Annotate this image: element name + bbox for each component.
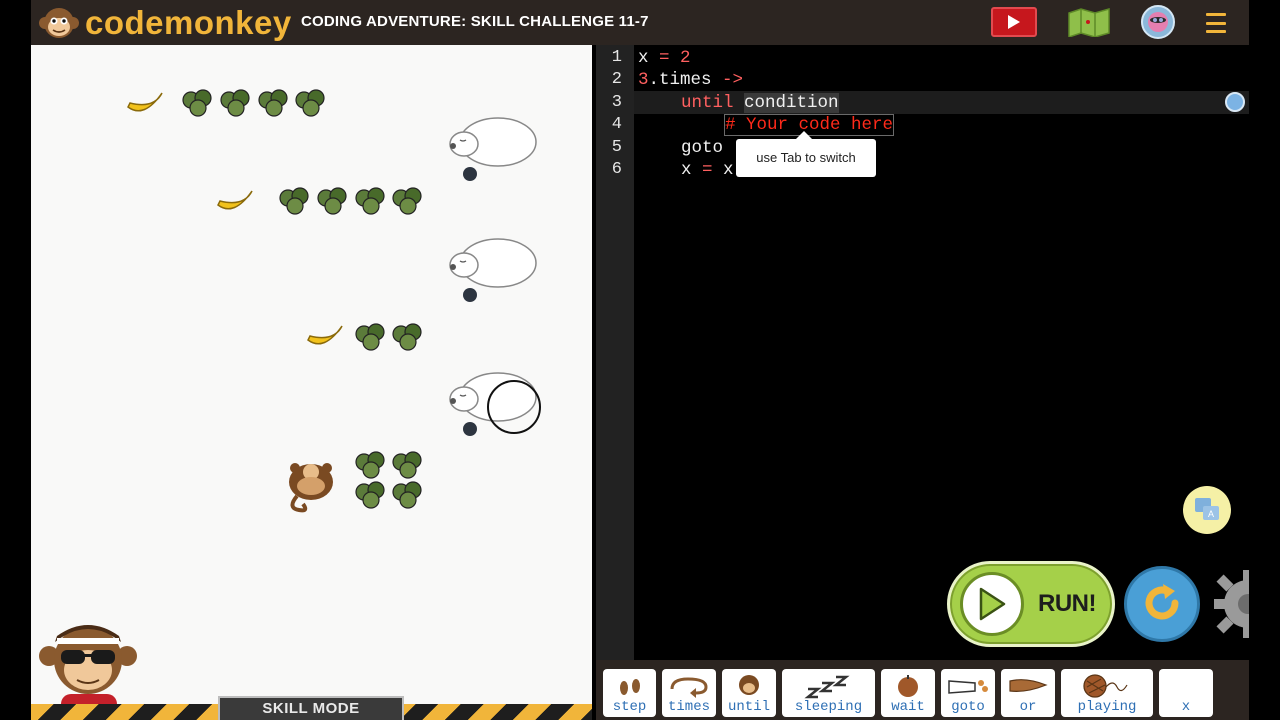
sleeping-zzz-icon (803, 675, 850, 699)
bush-icon (295, 89, 325, 117)
hand-or-icon (1009, 679, 1048, 692)
line-number: 1 (611, 48, 622, 67)
hamburger-menu-icon[interactable] (1205, 13, 1227, 33)
command-label: times (667, 699, 710, 715)
video-button[interactable] (991, 7, 1037, 37)
code-token: x (681, 160, 692, 180)
loop-arrow-icon (670, 677, 708, 698)
pointing-hand-icon (948, 680, 988, 694)
code-token: -> (722, 70, 744, 90)
bush-icon (392, 323, 422, 351)
code-token: = (691, 160, 724, 180)
code-token: = (648, 48, 681, 68)
avatar-button[interactable] (1141, 5, 1175, 39)
code-token: 2 (680, 48, 691, 68)
line-number: 3 (611, 93, 622, 112)
map-button[interactable] (1067, 7, 1111, 37)
command-goto[interactable]: goto (941, 669, 995, 717)
monkey-player-icon[interactable] (281, 458, 341, 514)
play-video-icon (1008, 15, 1020, 29)
translate-icon: A (1195, 498, 1219, 520)
yarn-ball-icon (1083, 674, 1128, 698)
line-number: 2 (611, 70, 622, 89)
command-label: playing (1077, 699, 1137, 715)
run-button[interactable]: RUN! (947, 561, 1115, 647)
game-board[interactable]: SKILL MODE (31, 45, 592, 720)
bush-icon (392, 481, 422, 509)
code-line-5[interactable]: goto (681, 138, 723, 158)
translate-button[interactable]: A (1183, 486, 1231, 534)
reset-icon (1145, 584, 1179, 620)
banana-icon (217, 190, 253, 210)
command-until[interactable]: until (722, 669, 776, 717)
bush-icon (355, 323, 385, 351)
command-palette: step times until sleeping wait goto or p… (596, 660, 1249, 720)
reset-button[interactable] (1124, 566, 1200, 642)
condition-placeholder[interactable]: condition (744, 93, 839, 113)
acorn-icon (898, 675, 918, 697)
code-token: goto (681, 138, 724, 158)
banana-icon (127, 92, 163, 112)
codemonkey-logo[interactable]: codemonkey (39, 2, 292, 44)
bush-icon (220, 89, 250, 117)
settings-gear-icon[interactable] (1212, 568, 1249, 640)
svg-text:A: A (1208, 509, 1214, 519)
command-wait[interactable]: wait (881, 669, 935, 717)
command-label: step (612, 699, 647, 715)
command-x[interactable]: x (1159, 669, 1213, 717)
command-step[interactable]: step (603, 669, 656, 717)
code-line-3[interactable]: until condition (681, 93, 839, 113)
speaker-icon[interactable] (1225, 92, 1245, 112)
top-bar: codemonkey CODING ADVENTURE: SKILL CHALL… (31, 0, 1249, 45)
code-token: x (723, 160, 734, 180)
code-token: 3 (638, 70, 649, 90)
bush-icon (279, 187, 309, 215)
command-playing[interactable]: playing (1061, 669, 1153, 717)
bush-icon (392, 451, 422, 479)
map-icon (1068, 8, 1110, 37)
monkey-head-icon (739, 675, 759, 695)
line-number: 4 (611, 115, 622, 134)
bush-icon (392, 187, 422, 215)
sleeping-bear-icon[interactable] (448, 110, 540, 182)
monkey-logo-icon (39, 3, 79, 43)
code-line-2[interactable]: 3.times -> (638, 70, 743, 90)
play-icon (960, 572, 1024, 636)
avatar-icon (1148, 12, 1168, 32)
code-token: .times (648, 70, 723, 90)
command-times[interactable]: times (662, 669, 716, 717)
line-number: 5 (611, 138, 622, 157)
command-label: x (1181, 699, 1191, 715)
sleeping-bear-icon[interactable] (448, 231, 540, 303)
click-highlight-ring (487, 380, 541, 434)
command-label: or (1019, 699, 1037, 715)
bush-icon (182, 89, 212, 117)
command-label: until (727, 699, 770, 715)
bush-icon (355, 481, 385, 509)
banana-icon (307, 325, 343, 345)
code-token: until (681, 93, 734, 113)
code-line-1[interactable]: x = 2 (638, 48, 691, 68)
run-label: RUN! (1038, 590, 1097, 617)
command-or[interactable]: or (1001, 669, 1055, 717)
bush-icon (355, 187, 385, 215)
command-label: wait (891, 699, 925, 715)
command-label: goto (951, 699, 985, 715)
line-number: 6 (611, 160, 622, 179)
command-sleeping[interactable]: sleeping (782, 669, 875, 717)
code-token: x (638, 48, 649, 68)
level-title: CODING ADVENTURE: SKILL CHALLENGE 11-7 (301, 13, 649, 30)
footsteps-icon (619, 679, 640, 695)
bush-icon (258, 89, 288, 117)
code-line-6[interactable]: x = x (681, 160, 734, 180)
command-label: sleeping (794, 699, 863, 715)
skill-mode-label: SKILL MODE (218, 696, 404, 720)
bush-icon (317, 187, 347, 215)
bush-icon (355, 451, 385, 479)
tab-switch-tooltip: use Tab to switch (736, 131, 876, 177)
logo-text: codemonkey (85, 4, 292, 41)
